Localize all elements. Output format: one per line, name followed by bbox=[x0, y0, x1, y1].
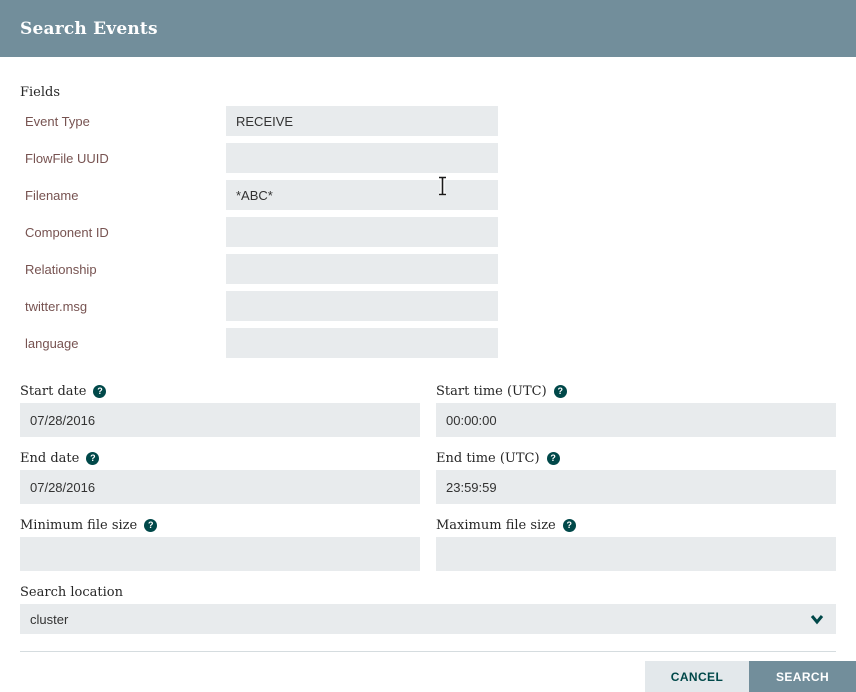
footer-divider bbox=[20, 651, 836, 652]
button-bar: CANCEL SEARCH bbox=[645, 661, 856, 692]
max-file-size-group: Maximum file size ? bbox=[436, 518, 836, 571]
filename-input[interactable] bbox=[226, 180, 498, 210]
field-label-component-id: Component ID bbox=[25, 224, 109, 240]
question-circle-icon[interactable]: ? bbox=[93, 385, 107, 398]
min-file-size-label-row: Minimum file size ? bbox=[20, 518, 420, 533]
min-file-size-label: Minimum file size bbox=[20, 518, 138, 533]
dialog-content: Fields Event Type FlowFile UUID Filename… bbox=[0, 85, 856, 652]
end-row: End date ? End time (UTC) ? bbox=[20, 451, 836, 504]
field-row-language: language bbox=[20, 328, 836, 358]
start-time-input[interactable] bbox=[436, 403, 836, 437]
field-row-flowfile-uuid: FlowFile UUID bbox=[20, 143, 836, 173]
start-time-label: Start time (UTC) bbox=[436, 384, 547, 399]
dialog-header: Search Events bbox=[0, 0, 856, 57]
question-circle-icon[interactable]: ? bbox=[562, 519, 576, 532]
question-circle-icon[interactable]: ? bbox=[144, 519, 158, 532]
min-file-size-group: Minimum file size ? bbox=[20, 518, 420, 571]
field-label-filename: Filename bbox=[25, 187, 79, 203]
start-date-label: Start date bbox=[20, 384, 87, 399]
end-date-label-row: End date ? bbox=[20, 451, 420, 466]
field-label-language: language bbox=[25, 335, 79, 351]
question-circle-icon[interactable]: ? bbox=[553, 385, 567, 398]
start-date-label-row: Start date ? bbox=[20, 384, 420, 399]
question-circle-icon[interactable]: ? bbox=[546, 452, 560, 465]
field-row-event-type: Event Type bbox=[20, 106, 836, 136]
search-location-select[interactable]: cluster bbox=[20, 604, 836, 634]
chevron-down-icon[interactable] bbox=[810, 613, 824, 628]
start-time-label-row: Start time (UTC) ? bbox=[436, 384, 836, 399]
start-date-group: Start date ? bbox=[20, 384, 420, 437]
field-label-twitter-msg: twitter.msg bbox=[25, 298, 88, 314]
search-location-value: cluster bbox=[30, 611, 69, 627]
min-file-size-input[interactable] bbox=[20, 537, 420, 571]
end-date-label: End date bbox=[20, 451, 80, 466]
max-file-size-label-row: Maximum file size ? bbox=[436, 518, 836, 533]
component-id-input[interactable] bbox=[226, 217, 498, 247]
field-row-component-id: Component ID bbox=[20, 217, 836, 247]
twitter-msg-input[interactable] bbox=[226, 291, 498, 321]
end-time-input[interactable] bbox=[436, 470, 836, 504]
fields-heading: Fields bbox=[20, 85, 61, 100]
field-label-event-type: Event Type bbox=[25, 113, 90, 129]
field-row-relationship: Relationship bbox=[20, 254, 836, 284]
search-location-group: Search location cluster bbox=[20, 585, 836, 634]
end-time-label: End time (UTC) bbox=[436, 451, 540, 466]
start-date-input[interactable] bbox=[20, 403, 420, 437]
event-type-input[interactable] bbox=[226, 106, 498, 136]
field-label-flowfile-uuid: FlowFile UUID bbox=[25, 150, 109, 166]
search-button[interactable]: SEARCH bbox=[749, 661, 856, 692]
field-row-filename: Filename bbox=[20, 180, 836, 210]
end-time-group: End time (UTC) ? bbox=[436, 451, 836, 504]
relationship-input[interactable] bbox=[226, 254, 498, 284]
search-location-label: Search location bbox=[20, 585, 123, 600]
end-date-group: End date ? bbox=[20, 451, 420, 504]
search-location-label-row: Search location bbox=[20, 585, 836, 600]
max-file-size-input[interactable] bbox=[436, 537, 836, 571]
start-time-group: Start time (UTC) ? bbox=[436, 384, 836, 437]
cancel-button[interactable]: CANCEL bbox=[645, 661, 749, 692]
start-row: Start date ? Start time (UTC) ? bbox=[20, 384, 836, 437]
end-time-label-row: End time (UTC) ? bbox=[436, 451, 836, 466]
field-row-twitter-msg: twitter.msg bbox=[20, 291, 836, 321]
dialog-title: Search Events bbox=[20, 18, 158, 39]
flowfile-uuid-input[interactable] bbox=[226, 143, 498, 173]
end-date-input[interactable] bbox=[20, 470, 420, 504]
search-events-dialog: Search Events Fields Event Type FlowFile… bbox=[0, 0, 856, 692]
question-circle-icon[interactable]: ? bbox=[86, 452, 100, 465]
file-size-row: Minimum file size ? Maximum file size ? bbox=[20, 518, 836, 571]
language-input[interactable] bbox=[226, 328, 498, 358]
max-file-size-label: Maximum file size bbox=[436, 518, 556, 533]
field-label-relationship: Relationship bbox=[25, 261, 97, 277]
